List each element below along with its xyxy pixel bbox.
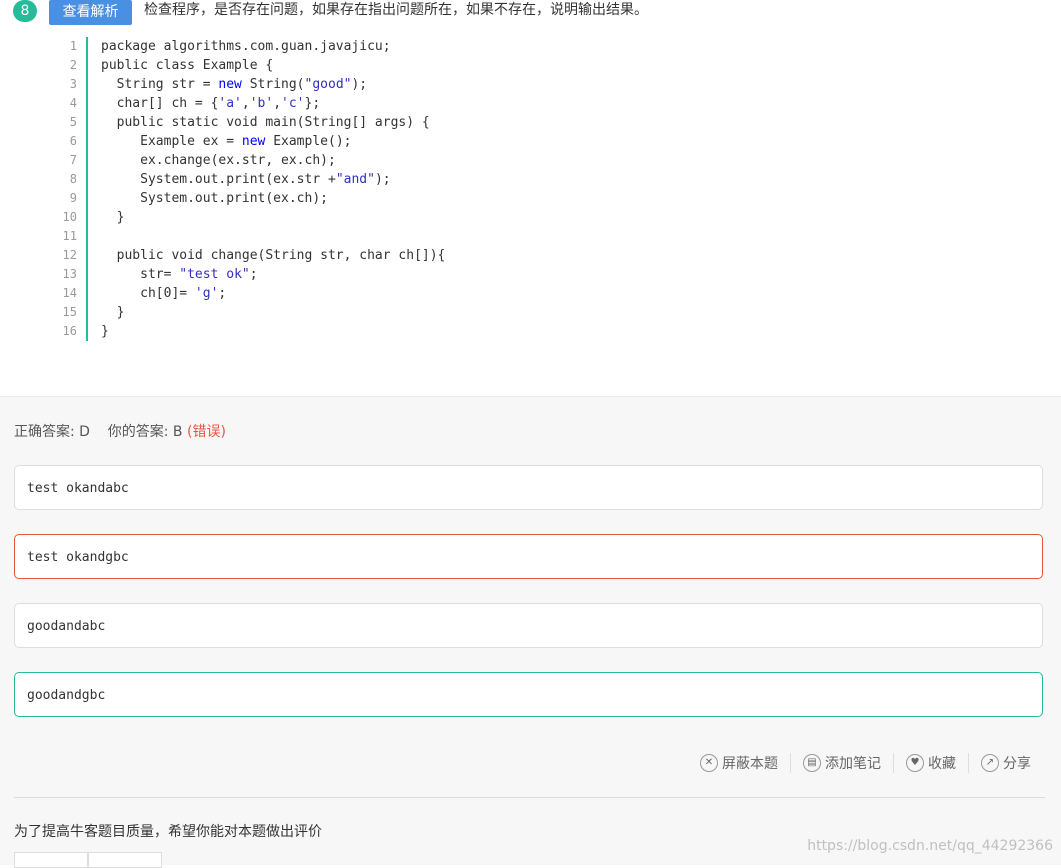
option-a[interactable]: test okandabc bbox=[14, 465, 1043, 510]
line-number: 10 bbox=[62, 210, 77, 224]
favorite-button[interactable]: ♥ 收藏 bbox=[906, 753, 956, 773]
question-number: 8 bbox=[13, 0, 37, 22]
code-line: package algorithms.com.guan.javajicu; bbox=[101, 39, 391, 54]
line-number: 9 bbox=[69, 191, 77, 205]
favorite-label: 收藏 bbox=[928, 756, 956, 772]
answer-panel: 正确答案: D 你的答案: B (错误) test okandabc test … bbox=[0, 396, 1061, 868]
code-line: public class Example { bbox=[101, 58, 274, 73]
view-analysis-button[interactable]: 查看解析 bbox=[49, 0, 132, 25]
line-number: 7 bbox=[69, 153, 77, 167]
code-line: ex.change(ex.str, ex.ch); bbox=[101, 153, 336, 168]
divider bbox=[790, 753, 791, 773]
question-text: 检查程序，是否存在问题，如果存在指出问题所在，如果不存在，说明输出结果。 bbox=[144, 2, 648, 18]
code-line: } bbox=[101, 324, 109, 339]
action-bar: ✕ 屏蔽本题 ▤ 添加笔记 ♥ 收藏 ↗ 分享 bbox=[688, 753, 1031, 773]
line-number: 2 bbox=[69, 58, 77, 72]
line-number: 13 bbox=[62, 267, 77, 281]
code-line: System.out.print(ex.str +"and"); bbox=[101, 172, 391, 187]
code-line: ch[0]= 'g'; bbox=[101, 286, 227, 301]
code-line: char[] ch = {'a','b','c'}; bbox=[101, 96, 321, 111]
code-line: } bbox=[101, 210, 125, 225]
divider bbox=[893, 753, 894, 773]
line-number: 4 bbox=[69, 96, 77, 110]
section-divider bbox=[14, 797, 1045, 798]
watermark: https://blog.csdn.net/qq_44292366 bbox=[807, 838, 1053, 854]
line-number: 5 bbox=[69, 115, 77, 129]
note-label: 添加笔记 bbox=[825, 756, 881, 772]
code-block: 1 package algorithms.com.guan.javajicu; 2… bbox=[54, 37, 514, 341]
question-panel: 8 查看解析 检查程序，是否存在问题，如果存在指出问题所在，如果不存在，说明输出… bbox=[0, 0, 1061, 396]
line-number: 6 bbox=[69, 134, 77, 148]
line-number: 8 bbox=[69, 172, 77, 186]
your-answer: 你的答案: B bbox=[107, 424, 183, 440]
line-number: 15 bbox=[62, 305, 77, 319]
code-line: str= "test ok"; bbox=[101, 267, 258, 282]
line-number: 1 bbox=[69, 39, 77, 53]
code-line: public void change(String str, char ch[]… bbox=[101, 248, 446, 263]
wrong-badge: (错误) bbox=[187, 424, 226, 440]
line-number: 16 bbox=[62, 324, 77, 338]
close-circle-icon: ✕ bbox=[700, 754, 718, 772]
notebook-icon: ▤ bbox=[803, 754, 821, 772]
line-number: 14 bbox=[62, 286, 77, 300]
code-line: } bbox=[101, 305, 125, 320]
line-number: 11 bbox=[62, 229, 77, 243]
rating-prompt: 为了提高牛客题目质量，希望你能对本题做出评价 bbox=[14, 824, 322, 840]
hide-label: 屏蔽本题 bbox=[722, 756, 778, 772]
rating-buttons bbox=[14, 852, 162, 868]
option-b[interactable]: test okandgbc bbox=[14, 534, 1043, 579]
hide-question-button[interactable]: ✕ 屏蔽本题 bbox=[700, 753, 778, 773]
correct-answer: 正确答案: D bbox=[14, 424, 90, 440]
line-number: 3 bbox=[69, 77, 77, 91]
share-button[interactable]: ↗ 分享 bbox=[981, 753, 1031, 773]
share-label: 分享 bbox=[1003, 756, 1031, 772]
divider bbox=[968, 753, 969, 773]
option-c[interactable]: goodandabc bbox=[14, 603, 1043, 648]
option-d[interactable]: goodandgbc bbox=[14, 672, 1043, 717]
line-number: 12 bbox=[62, 248, 77, 262]
code-line: public static void main(String[] args) { bbox=[101, 115, 430, 130]
code-line: String str = new String("good"); bbox=[101, 77, 368, 92]
answer-summary: 正确答案: D 你的答案: B (错误) bbox=[14, 422, 226, 442]
heart-icon: ♥ bbox=[906, 754, 924, 772]
code-line: Example ex = new Example(); bbox=[101, 134, 352, 149]
share-icon: ↗ bbox=[981, 754, 999, 772]
rating-button-left[interactable] bbox=[14, 852, 88, 868]
code-line: System.out.print(ex.ch); bbox=[101, 191, 328, 206]
rating-button-right[interactable] bbox=[88, 852, 162, 868]
add-note-button[interactable]: ▤ 添加笔记 bbox=[803, 753, 881, 773]
